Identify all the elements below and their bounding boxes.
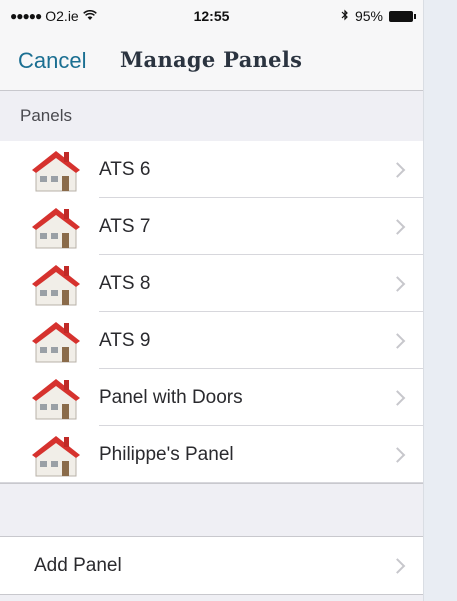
panel-label: Panel with Doors [99,386,243,408]
cancel-button[interactable]: Cancel [18,48,86,74]
page-title: Manage Panels [120,47,303,72]
panel-label: ATS 7 [99,215,151,237]
panel-label: ATS 9 [99,329,151,351]
bluetooth-icon [341,8,349,24]
battery-icon [389,10,416,22]
status-bar: ●●●●● O2.ie 12:55 95% [0,0,423,32]
chevron-right-icon [389,446,406,463]
chevron-right-icon [389,389,406,406]
house-icon [30,259,82,309]
section-spacer [0,483,423,536]
chevron-right-icon [389,161,406,178]
panel-row-ats-6[interactable]: ATS 6 [0,141,423,198]
panels-section-header: Panels [0,91,423,141]
panel-label: ATS 6 [99,158,151,180]
panels-list: ATS 6 ATS 7 ATS 8 ATS 9 Panel with Doors… [0,141,423,483]
navigation-bar: Cancel Manage Panels [0,32,423,91]
add-panel-button[interactable]: Add Panel [0,537,423,594]
house-icon [30,373,82,423]
house-icon [30,316,82,366]
panel-row-ats-9[interactable]: ATS 9 [0,312,423,369]
phone-screen: ●●●●● O2.ie 12:55 95% Cancel Manage Pane… [0,0,424,601]
chevron-right-icon [389,557,406,574]
add-panel-group: Add Panel [0,536,423,595]
panel-row-ats-8[interactable]: ATS 8 [0,255,423,312]
battery-percent: 95% [354,8,383,24]
panel-label: Philippe's Panel [99,443,234,465]
panel-row-panel-with-doors[interactable]: Panel with Doors [0,369,423,426]
house-icon [30,202,82,252]
panel-row-philippes-panel[interactable]: Philippe's Panel [0,426,423,483]
panel-label: ATS 8 [99,272,151,294]
panel-row-ats-7[interactable]: ATS 7 [0,198,423,255]
add-panel-label: Add Panel [34,555,122,576]
chevron-right-icon [389,332,406,349]
chevron-right-icon [389,218,406,235]
house-icon [30,145,82,195]
chevron-right-icon [389,275,406,292]
house-icon [30,430,82,480]
status-right: 95% [341,8,416,24]
